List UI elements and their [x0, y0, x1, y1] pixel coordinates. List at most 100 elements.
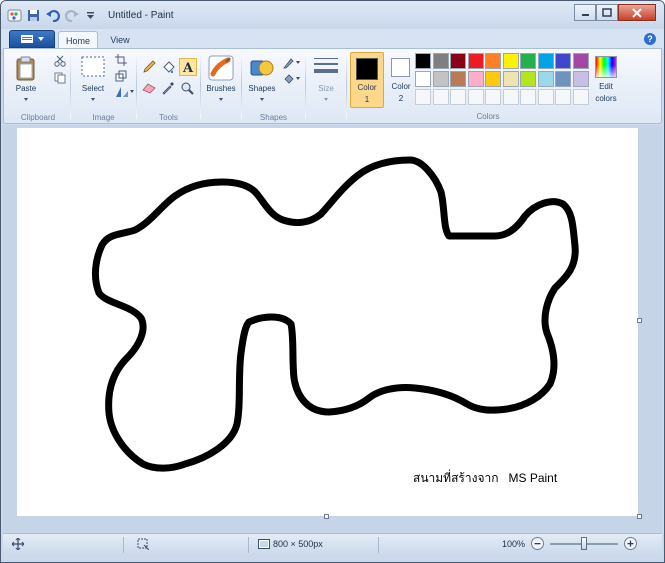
quick-access-toolbar	[7, 8, 98, 23]
status-separator	[248, 537, 249, 553]
paste-icon[interactable]	[14, 54, 38, 82]
palette-color-swatch[interactable]	[415, 71, 431, 87]
size-label[interactable]: Size	[306, 84, 346, 93]
shapes-group: Shapes Shapes	[242, 49, 305, 124]
size-dropdown-icon[interactable]	[324, 98, 328, 101]
palette-color-swatch[interactable]	[537, 71, 554, 87]
copy-icon[interactable]	[52, 70, 68, 86]
palette-color-swatch[interactable]	[537, 53, 554, 69]
palette-custom-slot[interactable]	[467, 89, 484, 105]
outline-icon[interactable]	[282, 55, 302, 71]
ribbon: Paste Clipboard Select Image A Tools Bru…	[3, 48, 662, 124]
brushes-dropdown-icon[interactable]	[219, 98, 223, 101]
canvas-resize-handle-right[interactable]	[637, 318, 642, 323]
color2-swatch	[391, 58, 410, 77]
edit-colors-label-2: colors	[595, 94, 617, 103]
select-label[interactable]: Select	[75, 84, 111, 93]
palette-custom-slot[interactable]	[432, 89, 449, 105]
cursor-position-icon	[11, 537, 25, 552]
help-icon[interactable]: ?	[644, 33, 656, 45]
pencil-icon[interactable]	[141, 59, 157, 75]
canvas-resize-handle-corner[interactable]	[637, 514, 642, 519]
palette-color-swatch[interactable]	[502, 53, 519, 69]
status-separator	[378, 537, 379, 553]
paint-menu-button[interactable]	[9, 30, 55, 48]
zoom-out-button[interactable]	[531, 537, 544, 550]
paint-window: Untitled - Paint Home View ? Paste Clipb…	[0, 0, 665, 563]
palette-color-swatch[interactable]	[415, 53, 431, 69]
shapes-dropdown-icon[interactable]	[260, 98, 264, 101]
paste-dropdown-icon[interactable]	[24, 98, 28, 101]
shapes-label[interactable]: Shapes	[242, 84, 282, 93]
zoom-slider-thumb[interactable]	[581, 537, 587, 550]
tab-view[interactable]: View	[103, 31, 137, 49]
select-icon[interactable]	[81, 55, 105, 79]
palette-color-swatch[interactable]	[450, 53, 466, 69]
palette-color-swatch[interactable]	[502, 71, 519, 87]
paint-app-icon[interactable]	[7, 8, 22, 23]
shapes-icon[interactable]	[248, 54, 276, 82]
brushes-label[interactable]: Brushes	[201, 84, 241, 93]
fill-shape-icon[interactable]	[282, 71, 302, 87]
color2-button[interactable]: Color 2	[386, 52, 416, 108]
tab-view-label: View	[110, 35, 130, 45]
palette-custom-slot[interactable]	[502, 89, 519, 105]
status-bar: 800 × 500px 100%	[3, 533, 662, 555]
magnifier-icon[interactable]	[179, 80, 195, 96]
brushes-icon[interactable]	[207, 54, 235, 82]
color1-button[interactable]: Color 1	[350, 52, 384, 108]
palette-custom-slot[interactable]	[555, 89, 571, 105]
minimize-button[interactable]	[574, 4, 596, 21]
paste-label[interactable]: Paste	[8, 84, 44, 93]
palette-custom-slot[interactable]	[415, 89, 431, 105]
palette-color-swatch[interactable]	[555, 53, 571, 69]
zoom-level: 100%	[502, 539, 526, 549]
redo-icon[interactable]	[64, 8, 79, 23]
palette-color-swatch[interactable]	[467, 53, 484, 69]
fill-icon[interactable]	[160, 59, 176, 75]
tools-group: A Tools	[137, 49, 200, 124]
resize-icon[interactable]	[113, 68, 129, 84]
crop-icon[interactable]	[113, 52, 129, 68]
select-dropdown-icon[interactable]	[91, 98, 95, 101]
palette-color-swatch[interactable]	[467, 71, 484, 87]
drawing-canvas[interactable]: สนามที่สร้างจาก MS Paint	[17, 128, 638, 516]
palette-color-swatch[interactable]	[432, 71, 449, 87]
edit-colors-button[interactable]: Edit colors	[590, 52, 626, 108]
clipboard-group: Paste Clipboard	[6, 49, 70, 124]
tab-home[interactable]: Home	[58, 31, 98, 49]
palette-color-swatch[interactable]	[555, 71, 571, 87]
selection-size-icon	[137, 538, 150, 552]
cut-icon[interactable]	[52, 53, 68, 69]
canvas-resize-handle-bottom[interactable]	[324, 514, 329, 519]
eraser-icon[interactable]	[141, 80, 157, 96]
undo-icon[interactable]	[45, 8, 60, 23]
color-picker-icon[interactable]	[160, 80, 176, 96]
palette-color-swatch[interactable]	[572, 53, 589, 69]
palette-color-swatch[interactable]	[485, 53, 501, 69]
palette-color-swatch[interactable]	[450, 71, 466, 87]
palette-color-swatch[interactable]	[520, 53, 536, 69]
canvas-size-text: 800 × 500px	[273, 539, 323, 549]
canvas-workspace: สนามที่สร้างจาก MS Paint	[3, 125, 662, 533]
palette-custom-slot[interactable]	[450, 89, 466, 105]
palette-custom-slot[interactable]	[520, 89, 536, 105]
maximize-button[interactable]	[596, 4, 618, 21]
size-icon[interactable]	[312, 55, 340, 77]
window-controls	[574, 4, 656, 21]
tab-home-label: Home	[65, 35, 90, 46]
text-icon[interactable]: A	[179, 58, 197, 76]
color2-label: Color	[391, 82, 411, 91]
save-icon[interactable]	[26, 8, 41, 23]
close-button[interactable]	[618, 4, 656, 21]
palette-color-swatch[interactable]	[485, 71, 501, 87]
palette-custom-slot[interactable]	[485, 89, 501, 105]
palette-color-swatch[interactable]	[432, 53, 449, 69]
palette-custom-slot[interactable]	[572, 89, 589, 105]
customize-toolbar-icon[interactable]	[83, 8, 98, 23]
palette-color-swatch[interactable]	[520, 71, 536, 87]
palette-custom-slot[interactable]	[537, 89, 554, 105]
zoom-in-button[interactable]	[624, 537, 637, 550]
rotate-icon[interactable]	[113, 84, 135, 100]
palette-color-swatch[interactable]	[572, 71, 589, 87]
